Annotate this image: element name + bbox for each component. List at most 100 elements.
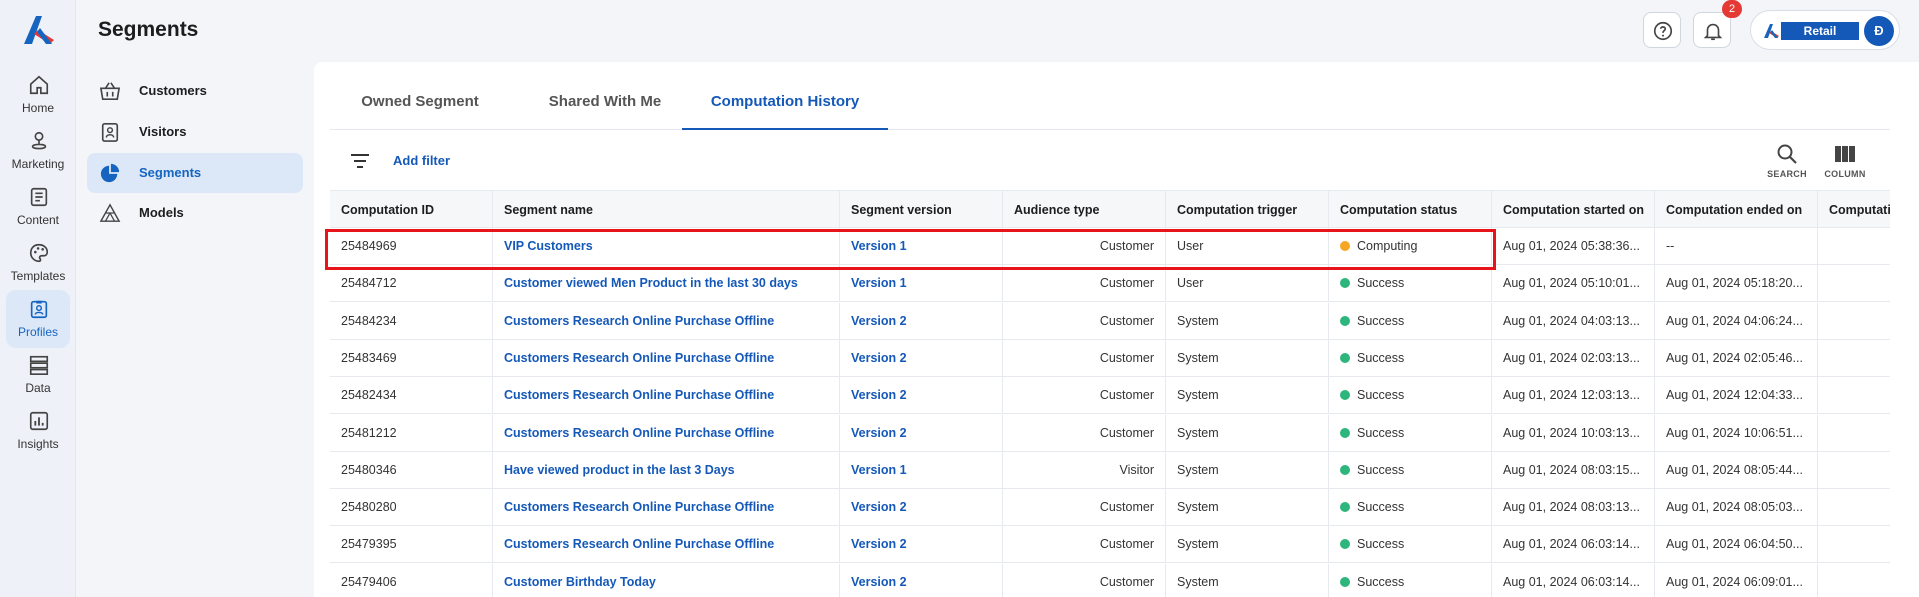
cell-segment-version[interactable]: Version 1 [840,228,1003,264]
column-header-ended-on[interactable]: Computation ended on [1655,191,1818,227]
tab-computation-history[interactable]: Computation History [682,80,888,130]
cell-ended-on: Aug 01, 2024 10:06:51... [1655,414,1818,451]
cell-segment-version[interactable]: Version 2 [840,414,1003,451]
add-filter-button[interactable]: Add filter [393,153,450,168]
nav-item-content[interactable]: Content [6,178,70,236]
column-header-audience-type[interactable]: Audience type [1003,191,1166,227]
cell-audience-type: Customer [1003,339,1166,376]
status-text: Success [1357,574,1405,589]
nav-item-label: Home [21,101,54,115]
cell-computation-status: Success [1329,414,1492,451]
home-icon [29,75,49,95]
sidebar-item-segments[interactable]: Segments [87,153,303,193]
cell-segment-name[interactable]: Customers Research Online Purchase Offli… [493,489,840,526]
cell-segment-name[interactable]: Customers Research Online Purchase Offli… [493,414,840,451]
tab-shared-with-me[interactable]: Shared With Me [520,80,690,130]
nav-item-marketing[interactable]: Marketing [6,122,70,180]
profile-badge-icon [30,300,48,319]
cell-computation-status: Success [1329,489,1492,526]
table-row[interactable]: 25480346 Have viewed product in the last … [330,451,1890,489]
nav-item-templates[interactable]: Templates [6,234,70,292]
cell-ended-on: Aug 01, 2024 08:05:03... [1655,489,1818,526]
nav-item-label: Content [16,213,60,227]
cell-computation-id: 25480280 [330,489,493,526]
cell-segment-name[interactable]: Have viewed product in the last 3 Days [493,451,840,488]
cell-computation-status: Success [1329,265,1492,302]
column-header-segment-name[interactable]: Segment name [493,191,840,227]
cell-ended-on: Aug 01, 2024 05:18:20... [1655,265,1818,302]
notifications-button[interactable] [1693,12,1731,48]
table-row[interactable]: 25484712 Customer viewed Men Product in t… [330,265,1890,303]
cell-computation-id: 25480346 [330,451,493,488]
account-switcher[interactable]: Retail Đ [1750,10,1900,50]
cell-audience-type: Customer [1003,265,1166,302]
nav-item-insights[interactable]: Insights [6,402,70,460]
column-header-truncated[interactable]: Computati [1818,191,1890,227]
nav-item-label: Profiles [17,325,58,339]
cell-segment-name[interactable]: Customer Birthday Today [493,563,840,597]
cell-segment-version[interactable]: Version 2 [840,563,1003,597]
table-row[interactable]: 25483469 Customers Research Online Purcha… [330,339,1890,377]
app-logo-icon[interactable] [20,12,56,48]
cell-ended-on: Aug 01, 2024 08:05:44... [1655,451,1818,488]
search-button[interactable]: SEARCH [1762,142,1812,182]
cell-segment-version[interactable]: Version 2 [840,377,1003,414]
cell-segment-name[interactable]: Customers Research Online Purchase Offli… [493,377,840,414]
cell-started-on: Aug 01, 2024 05:38:36... [1492,228,1655,264]
cell-truncated [1818,265,1890,301]
column-header-computation-trigger[interactable]: Computation trigger [1166,191,1329,227]
cell-segment-version[interactable]: Version 2 [840,526,1003,563]
column-header-computation-id[interactable]: Computation ID [330,191,493,227]
cell-segment-name[interactable]: Customers Research Online Purchase Offli… [493,339,840,376]
table-row[interactable]: 25479406 Customer Birthday Today Version 2… [330,563,1890,597]
cell-audience-type: Customer [1003,302,1166,339]
cell-computation-status: Computing [1329,228,1492,264]
help-icon [1653,21,1673,41]
nav-item-home[interactable]: Home [6,66,70,124]
table-row[interactable]: 25484234 Customers Research Online Purcha… [330,302,1890,340]
cell-segment-name[interactable]: Customers Research Online Purchase Offli… [493,302,840,339]
nav-item-label: Insights [17,437,59,451]
cell-segment-name[interactable]: VIP Customers [493,228,840,264]
cell-segment-name[interactable]: Customer viewed Men Product in the last … [493,265,840,302]
help-button[interactable] [1643,12,1681,48]
status-text: Success [1357,313,1405,328]
nav-item-profiles[interactable]: Profiles [6,290,70,348]
cell-truncated [1818,228,1890,264]
avatar[interactable]: Đ [1864,16,1894,46]
sidebar-item-visitors[interactable]: Visitors [87,112,303,152]
cell-segment-version[interactable]: Version 2 [840,489,1003,526]
cell-segment-version[interactable]: Version 1 [840,451,1003,488]
table-row[interactable]: 25480280 Customers Research Online Purcha… [330,489,1890,527]
cell-truncated [1818,303,1890,339]
primary-nav: Home Marketing Content Templates Profile… [0,0,76,597]
cell-segment-version[interactable]: Version 2 [840,339,1003,376]
cell-segment-version[interactable]: Version 1 [840,265,1003,302]
cell-computation-id: 25479406 [330,563,493,597]
column-header-segment-version[interactable]: Segment version [840,191,1003,227]
column-header-started-on[interactable]: Computation started on [1492,191,1655,227]
notification-count-badge: 2 [1722,0,1742,18]
cell-computation-id: 25484712 [330,265,493,302]
cell-ended-on: Aug 01, 2024 04:06:24... [1655,302,1818,339]
cell-segment-name[interactable]: Customers Research Online Purchase Offli… [493,526,840,563]
sidebar-item-customers[interactable]: Customers [87,71,303,111]
table-row[interactable]: 25479395 Customers Research Online Purcha… [330,526,1890,564]
cell-segment-version[interactable]: Version 2 [840,302,1003,339]
table-row[interactable]: 25481212 Customers Research Online Purcha… [330,414,1890,452]
nav-item-label: Data [25,381,51,395]
status-text: Success [1357,350,1405,365]
columns-icon [1835,146,1855,162]
nav-item-data[interactable]: Data [6,346,70,404]
basket-icon [99,82,121,100]
tab-owned-segment[interactable]: Owned Segment [330,80,510,130]
cell-computation-id: 25479395 [330,526,493,563]
column-button[interactable]: COLUMN [1820,142,1870,182]
column-header-computation-status[interactable]: Computation status [1329,191,1492,227]
marketing-icon [31,131,47,150]
table-row[interactable]: 25484969 VIP Customers Version 1 Customer Us… [330,228,1890,265]
table-row[interactable]: 25482434 Customers Research Online Purcha… [330,377,1890,415]
status-text: Success [1357,537,1405,552]
sidebar-item-models[interactable]: Models [87,193,303,233]
filter-icon[interactable] [349,150,371,172]
